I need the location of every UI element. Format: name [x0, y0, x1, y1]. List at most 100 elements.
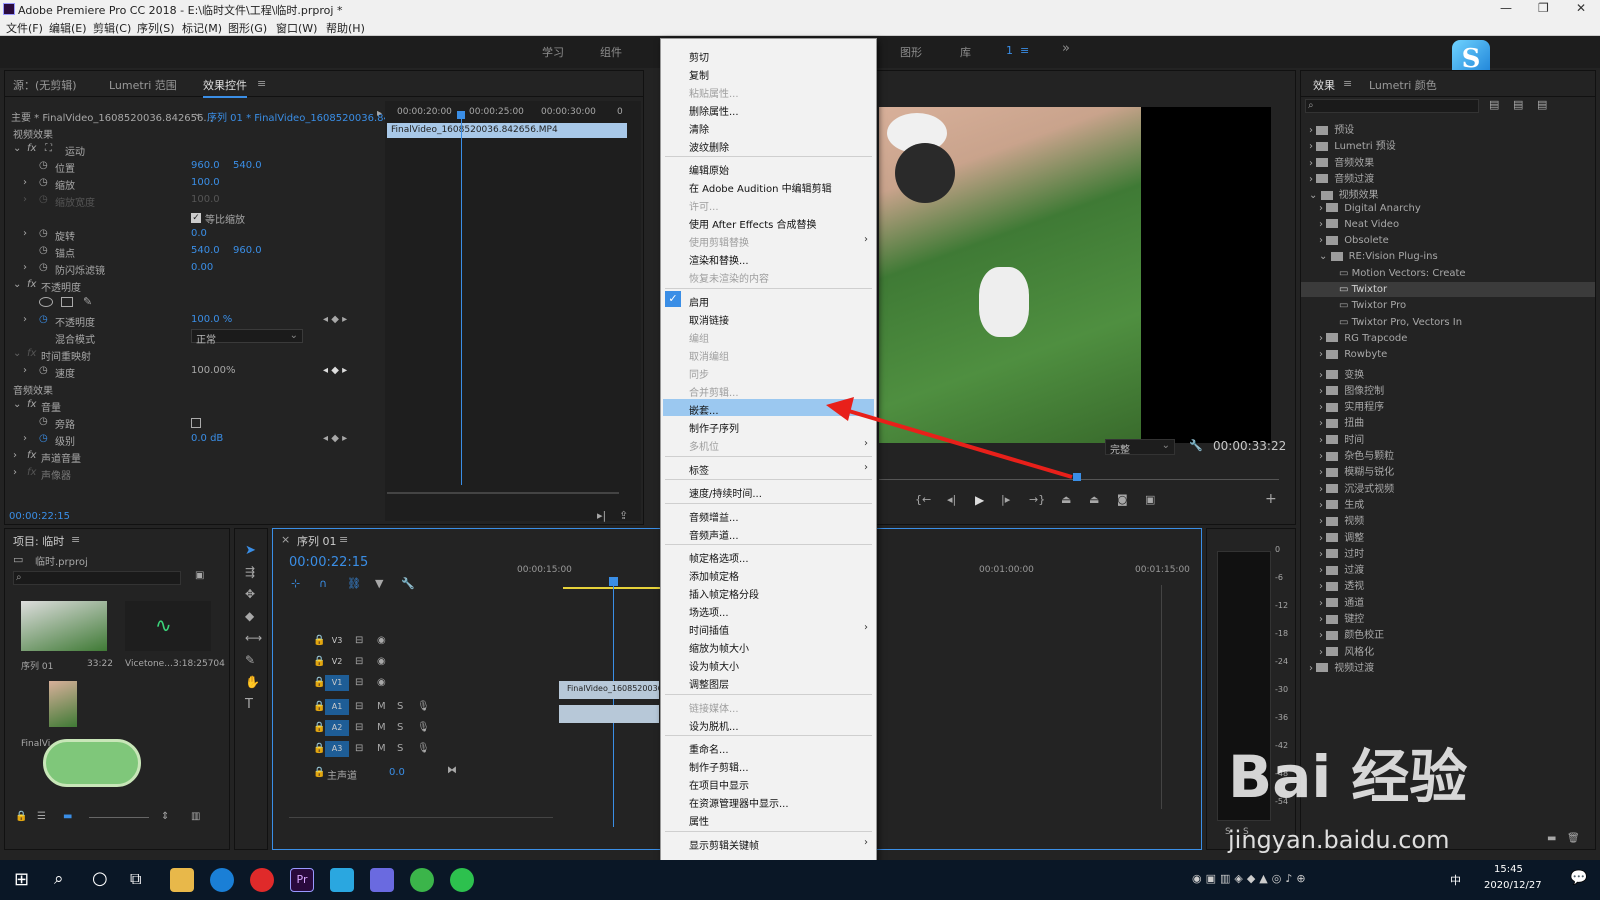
context-menu-item[interactable]: 场选项... — [689, 604, 729, 619]
effects-preset[interactable]: ▭ Twixtor Pro — [1339, 300, 1406, 311]
context-menu-item[interactable]: 制作子序列 — [689, 420, 739, 435]
tab-menu-icon[interactable]: ≡ — [1343, 77, 1352, 90]
track-target-v1[interactable]: V1 — [325, 675, 349, 691]
zoom-slider[interactable] — [89, 817, 149, 818]
video-frame[interactable] — [879, 107, 1141, 443]
tab-menu-icon[interactable]: ≡ — [257, 77, 266, 90]
eye-icon[interactable]: ◉ — [377, 656, 386, 667]
context-menu-item[interactable]: 在项目中显示 — [689, 777, 749, 792]
track-target-a3[interactable]: A3 — [325, 741, 349, 757]
menu-help[interactable]: 帮助(H) — [326, 20, 365, 36]
new-bin-icon[interactable]: ▣ — [195, 570, 204, 581]
chevron-right-icon[interactable]: › — [1319, 370, 1326, 381]
ec-playhead-handle[interactable] — [457, 111, 465, 119]
bypass-checkbox[interactable] — [191, 418, 201, 428]
effects-folder[interactable]: › 视频 — [1319, 512, 1364, 527]
nest-toggle-icon[interactable]: ⊹ — [291, 577, 300, 590]
browser-icon[interactable] — [210, 868, 234, 892]
timeline-zoom-scrollbar[interactable] — [289, 817, 553, 818]
context-menu-item[interactable]: 在 Adobe Audition 中编辑剪辑 — [689, 180, 832, 195]
timeline-playhead[interactable] — [613, 577, 614, 827]
chevron-right-icon[interactable]: › — [1319, 467, 1326, 478]
stopwatch-icon[interactable]: ◷ — [39, 433, 48, 444]
position-y-value[interactable]: 540.0 — [233, 160, 262, 171]
chevron-right-icon[interactable]: › — [1319, 235, 1326, 246]
microphone-icon[interactable]: 🎙 — [417, 722, 430, 733]
effects-folder[interactable]: › 音频效果 — [1309, 154, 1374, 169]
chevron-right-icon[interactable]: › — [1309, 125, 1316, 136]
chevron-right-icon[interactable]: › — [1319, 581, 1326, 592]
lock-icon[interactable]: 🔒 — [313, 656, 325, 667]
anti-flicker-value[interactable]: 0.00 — [191, 262, 213, 273]
chevron-right-icon[interactable]: › — [1319, 386, 1326, 397]
stopwatch-icon[interactable]: ◷ — [39, 177, 48, 188]
effects-folder[interactable]: › 变换 — [1319, 366, 1364, 381]
camera-icon[interactable]: ◙ — [1117, 493, 1128, 506]
sync-lock-icon[interactable]: ⊟ — [355, 743, 363, 754]
microphone-icon[interactable]: 🎙 — [417, 701, 430, 712]
task-view-icon[interactable]: ⧉ — [130, 869, 141, 889]
ec-playhead[interactable] — [461, 115, 462, 485]
context-menu-item[interactable]: 渲染和替换... — [689, 252, 749, 267]
effects-folder[interactable]: › 风格化 — [1319, 643, 1374, 658]
effects-folder[interactable]: › 键控 — [1319, 610, 1364, 625]
maximize-icon[interactable]: ❐ — [1538, 1, 1549, 15]
chevron-right-icon[interactable]: › — [1319, 418, 1326, 429]
tab-lumetri-scopes[interactable]: Lumetri 范围 — [109, 77, 177, 93]
effects-search-input[interactable]: ⌕ — [1305, 99, 1479, 113]
lock-icon[interactable]: 🔒 — [15, 811, 27, 822]
project-search-input[interactable]: ⌕ — [13, 571, 181, 585]
context-menu-item[interactable]: 删除属性... — [689, 103, 739, 118]
expand-arrow-icon[interactable]: › — [23, 314, 27, 325]
track-target-v3[interactable]: V3 — [325, 633, 349, 649]
effects-folder[interactable]: › 颜色校正 — [1319, 626, 1384, 641]
effects-preset[interactable]: ▭ Twixtor — [1339, 284, 1387, 295]
context-menu-item[interactable]: 清除 — [689, 121, 709, 136]
timeline-settings-icon[interactable]: 🔧 — [401, 577, 415, 590]
effects-folder[interactable]: › 图像控制 — [1319, 382, 1384, 397]
app-icon[interactable] — [330, 868, 354, 892]
effects-folder[interactable]: › Rowbyte — [1319, 349, 1387, 360]
chevron-right-icon[interactable]: › — [1319, 435, 1326, 446]
sort-icon[interactable]: ⇕ — [161, 811, 169, 822]
expand-arrow-icon[interactable]: › — [23, 262, 27, 273]
lock-icon[interactable]: 🔒 — [313, 722, 325, 733]
context-menu-item[interactable]: 嵌套... — [689, 402, 719, 417]
workspace-libraries[interactable]: 库 — [960, 44, 971, 60]
audio-thumbnail[interactable]: ∿ — [125, 601, 211, 651]
netease-music-icon[interactable] — [250, 868, 274, 892]
expand-arrow-icon[interactable]: › — [23, 177, 27, 188]
menu-sequence[interactable]: 序列(S) — [137, 20, 175, 36]
ec-zoom-scrollbar[interactable] — [387, 492, 619, 494]
ec-timecode[interactable]: 00:00:22:15 — [9, 511, 70, 522]
stopwatch-icon[interactable]: ◷ — [39, 416, 48, 427]
stopwatch-icon[interactable]: ◷ — [39, 262, 48, 273]
menu-clip[interactable]: 剪辑(C) — [93, 20, 131, 36]
anchor-x-value[interactable]: 540.0 — [191, 245, 220, 256]
expand-chevron-icon[interactable]: ⌄ — [13, 279, 21, 290]
export-icon[interactable]: ⇪ — [619, 509, 628, 522]
chevron-right-icon[interactable]: › — [1319, 349, 1326, 360]
solo-button[interactable]: S — [397, 722, 403, 733]
tab-menu-icon[interactable]: ≡ — [339, 533, 348, 546]
chevron-right-icon[interactable]: › — [1319, 219, 1326, 230]
mute-button[interactable]: M — [377, 701, 386, 712]
lock-icon[interactable]: 🔒 — [313, 635, 325, 646]
effects-folder[interactable]: › 音频过渡 — [1309, 170, 1374, 185]
go-to-in-icon[interactable]: {← — [915, 493, 931, 506]
filter-playhead-icon[interactable]: ▸| — [597, 509, 606, 522]
chevron-right-icon[interactable]: › — [1319, 516, 1326, 527]
wrench-icon[interactable]: 🔧 — [1189, 439, 1203, 452]
stopwatch-icon[interactable]: ◷ — [39, 245, 48, 256]
keyframe-nav-icon[interactable]: ◂ ◆ ▸ — [323, 365, 347, 376]
snap-icon[interactable]: ∩ — [319, 577, 327, 590]
context-menu-item[interactable]: 音频声道... — [689, 527, 739, 542]
workspace-graphics[interactable]: 图形 — [900, 44, 922, 60]
trash-icon[interactable]: 🗑 — [1567, 833, 1580, 844]
context-menu-item[interactable]: 剪切 — [689, 49, 709, 64]
add-marker-icon[interactable]: ▼ — [375, 577, 383, 590]
chevron-right-icon[interactable]: › — [1319, 402, 1326, 413]
close-icon[interactable]: ✕ — [1576, 1, 1586, 15]
effects-folder[interactable]: › 过渡 — [1319, 561, 1364, 576]
effects-folder[interactable]: › 实用程序 — [1319, 398, 1384, 413]
